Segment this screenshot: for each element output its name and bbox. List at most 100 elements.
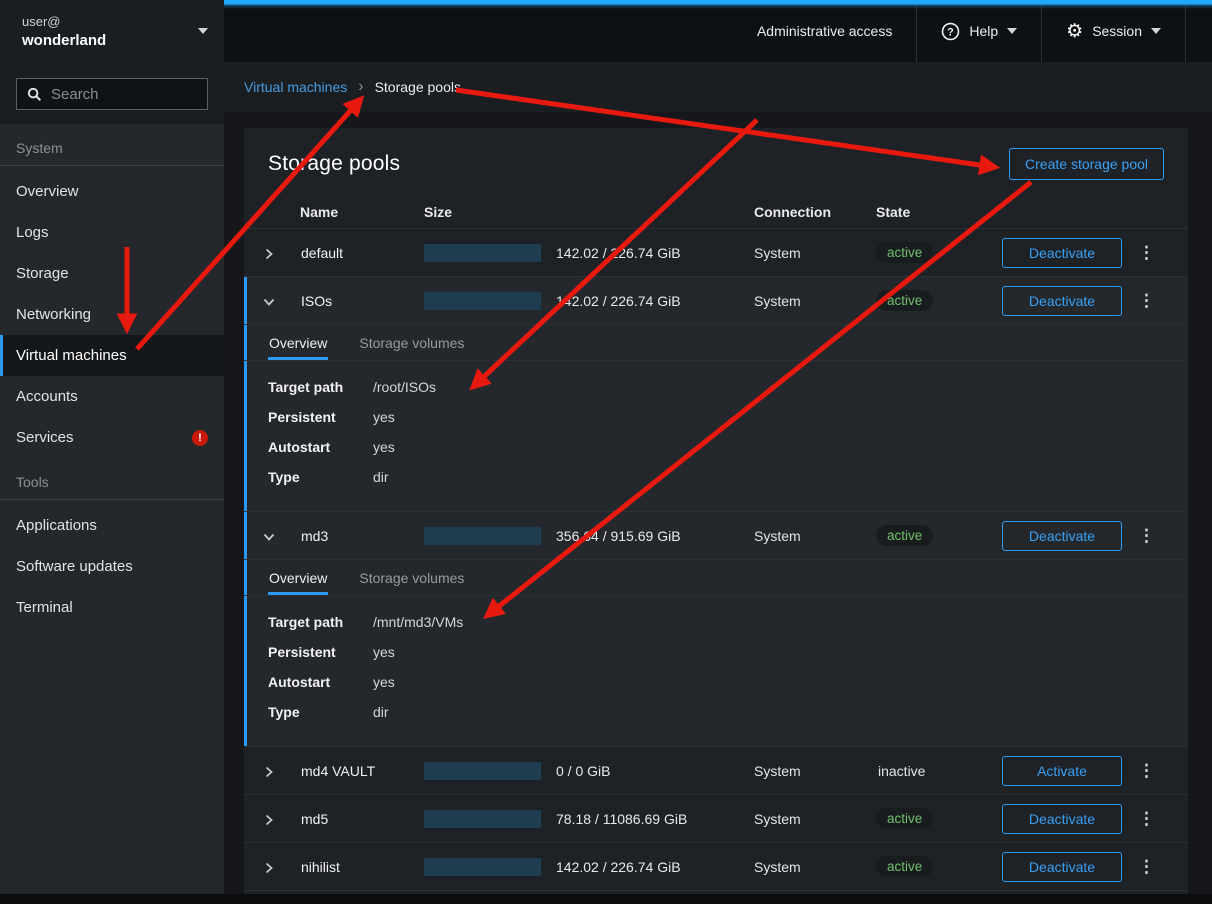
tab-overview[interactable]: Overview [268, 325, 328, 360]
pool-action-button[interactable]: Deactivate [1002, 521, 1122, 551]
pool-expansion: Overview Storage volumes Target path/mnt/… [244, 560, 1188, 747]
page-title: Storage pools [268, 152, 400, 176]
pool-action-button[interactable]: Deactivate [1002, 852, 1122, 882]
help-menu[interactable]: ? Help [917, 0, 1041, 62]
table-row: md5 78.18 / 11086.69 GiB System active D… [244, 795, 1188, 843]
usage-bar [424, 858, 541, 876]
sidebar-item-accounts[interactable]: Accounts [0, 376, 224, 417]
state-badge: active [876, 242, 933, 263]
column-header-connection: Connection [754, 204, 876, 220]
state-badge: active [876, 290, 933, 311]
pool-name: ISOs [300, 293, 424, 309]
kebab-menu-button[interactable]: ⋮ [1130, 855, 1163, 879]
sidebar-item-services[interactable]: Services! [0, 417, 224, 458]
sidebar-item-label: Networking [16, 306, 91, 323]
search-input[interactable] [51, 86, 197, 103]
tab-storage-volumes[interactable]: Storage volumes [358, 325, 465, 360]
chevron-right-icon [261, 812, 277, 828]
detail-value: yes [373, 409, 395, 426]
user-menu[interactable]: user@ wonderland [0, 0, 224, 62]
sidebar-item-overview[interactable]: Overview [0, 171, 224, 212]
page-content: Storage pools Create storage pool Name S… [224, 112, 1212, 894]
chevron-down-icon [198, 28, 208, 34]
breadcrumb-separator: › [358, 79, 363, 95]
kebab-menu-button[interactable]: ⋮ [1130, 524, 1163, 548]
usage-bar [424, 810, 541, 828]
detail-row: Target path/mnt/md3/VMs [268, 614, 1164, 631]
right-pane: Administrative access ? Help ⚙ [224, 0, 1212, 894]
window-bottom-strip [0, 894, 1212, 904]
masthead: Administrative access ? Help ⚙ [224, 0, 1212, 62]
expand-toggle[interactable] [244, 291, 277, 310]
size-value: 142.02 / 226.74 GiB [556, 245, 681, 261]
detail-row: Target path/root/ISOs [268, 379, 1164, 396]
connection-value: System [754, 811, 876, 827]
session-menu[interactable]: ⚙ Session [1042, 0, 1185, 62]
sidebar-section-title: Tools [0, 458, 224, 500]
table-row: md4 VAULT 0 / 0 GiB System inactive Acti… [244, 747, 1188, 795]
chevron-down-icon [261, 529, 277, 545]
breadcrumb: Virtual machines › Storage pools [224, 62, 1212, 112]
tab-overview[interactable]: Overview [268, 560, 328, 595]
detail-value: dir [373, 469, 389, 486]
table-row: md3 356.64 / 915.69 GiB System active De… [244, 512, 1188, 560]
user-prefix: user@ [22, 14, 198, 29]
sidebar-item-label: Applications [16, 517, 97, 534]
pool-action-button[interactable]: Deactivate [1002, 804, 1122, 834]
storage-pool-group: nihilist 142.02 / 226.74 GiB System acti… [244, 843, 1188, 891]
storage-pool-group: md4 VAULT 0 / 0 GiB System inactive Acti… [244, 747, 1188, 795]
detail-label: Persistent [268, 644, 373, 661]
create-storage-pool-button[interactable]: Create storage pool [1009, 148, 1164, 180]
svg-text:?: ? [948, 26, 955, 38]
expand-toggle[interactable] [244, 857, 277, 876]
pool-name: default [300, 245, 424, 261]
table-body: default 142.02 / 226.74 GiB System activ… [244, 229, 1188, 891]
detail-label: Type [268, 704, 373, 721]
session-label: Session [1092, 23, 1142, 39]
sidebar-item-applications[interactable]: Applications [0, 505, 224, 546]
sidebar-item-networking[interactable]: Networking [0, 294, 224, 335]
usage-bar [424, 527, 541, 545]
sidebar-item-software-updates[interactable]: Software updates [0, 546, 224, 587]
detail-row: Persistentyes [268, 644, 1164, 661]
size-value: 142.02 / 226.74 GiB [556, 293, 681, 309]
sidebar-item-logs[interactable]: Logs [0, 212, 224, 253]
detail-value: /mnt/md3/VMs [373, 614, 463, 631]
pool-action-button[interactable]: Deactivate [1002, 286, 1122, 316]
kebab-menu-button[interactable]: ⋮ [1130, 807, 1163, 831]
sidebar-item-virtual-machines[interactable]: Virtual machines [0, 335, 224, 376]
tab-storage-volumes[interactable]: Storage volumes [358, 560, 465, 595]
pool-action-button[interactable]: Deactivate [1002, 238, 1122, 268]
detail-value: yes [373, 644, 395, 661]
cockpit-app: user@ wonderland SystemOverviewLogsStora… [0, 0, 1212, 904]
state-badge: inactive [876, 763, 925, 779]
kebab-menu-button[interactable]: ⋮ [1130, 241, 1163, 265]
detail-value: yes [373, 439, 395, 456]
connection-value: System [754, 293, 876, 309]
sidebar-item-label: Services [16, 429, 74, 446]
expand-toggle[interactable] [244, 809, 277, 828]
main-layout: user@ wonderland SystemOverviewLogsStora… [0, 0, 1212, 894]
storage-pools-card: Storage pools Create storage pool Name S… [244, 128, 1188, 894]
expand-toggle[interactable] [244, 761, 277, 780]
connection-value: System [754, 245, 876, 261]
expand-toggle[interactable] [244, 243, 277, 262]
search-box[interactable] [16, 78, 208, 110]
size-value: 0 / 0 GiB [556, 763, 610, 779]
kebab-menu-button[interactable]: ⋮ [1130, 289, 1163, 313]
usage-bar [424, 292, 541, 310]
expand-toggle[interactable] [244, 526, 277, 545]
kebab-menu-button[interactable]: ⋮ [1130, 759, 1163, 783]
pool-name: nihilist [300, 859, 424, 875]
administrative-access-button[interactable]: Administrative access [733, 0, 916, 62]
connection-value: System [754, 859, 876, 875]
connection-value: System [754, 763, 876, 779]
detail-label: Target path [268, 614, 373, 631]
detail-label: Target path [268, 379, 373, 396]
pool-action-button[interactable]: Activate [1002, 756, 1122, 786]
sidebar-item-terminal[interactable]: Terminal [0, 587, 224, 628]
chevron-right-icon [261, 860, 277, 876]
sidebar-item-storage[interactable]: Storage [0, 253, 224, 294]
breadcrumb-virtual-machines-link[interactable]: Virtual machines [244, 79, 347, 95]
gear-icon: ⚙ [1066, 22, 1083, 41]
